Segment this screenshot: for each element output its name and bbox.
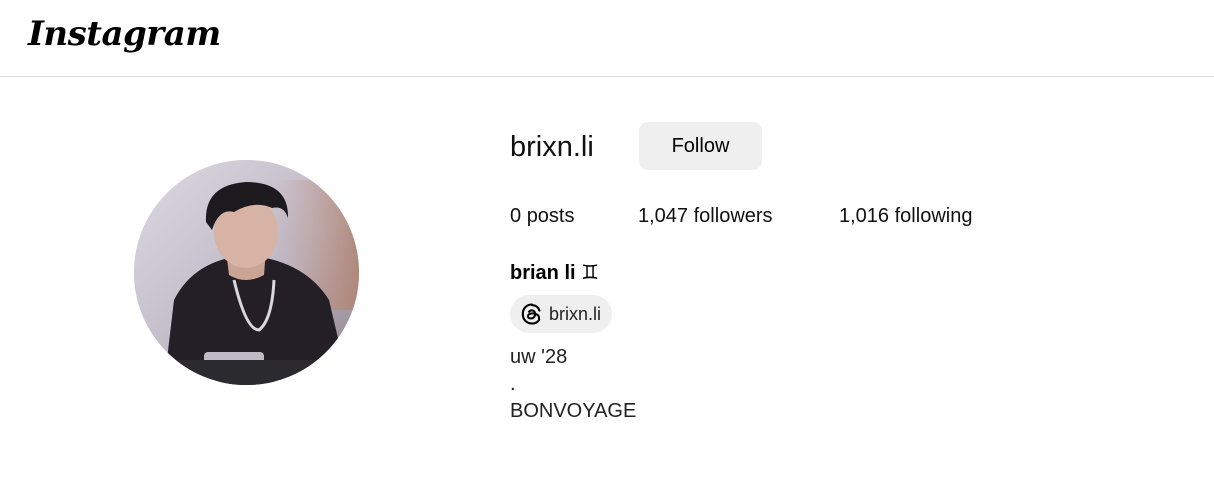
following-count: 1,016 bbox=[839, 205, 890, 227]
bio-line: BONVOYAGE bbox=[510, 400, 637, 422]
followers-count: 1,047 bbox=[638, 205, 689, 227]
profile-username: brixn.li bbox=[510, 131, 594, 163]
threads-handle: brixn.li bbox=[549, 303, 602, 324]
posts-stat: 0 posts bbox=[510, 203, 575, 229]
top-navigation-bar: Instagram bbox=[0, 0, 1214, 77]
profile-full-name: brian li ♊︎ bbox=[510, 262, 600, 284]
following-stat[interactable]: 1,016 following bbox=[839, 203, 972, 229]
profile-avatar[interactable] bbox=[134, 160, 359, 385]
avatar-photo bbox=[134, 160, 359, 385]
bio-line: . bbox=[510, 373, 516, 395]
bio-line: uw '28 bbox=[510, 346, 568, 368]
followers-label: followers bbox=[693, 205, 773, 227]
following-label: following bbox=[894, 205, 973, 227]
posts-label: posts bbox=[526, 205, 575, 227]
threads-link[interactable]: brixn.li bbox=[510, 295, 612, 333]
posts-count: 0 bbox=[510, 205, 522, 227]
instagram-logo[interactable]: Instagram bbox=[28, 10, 221, 58]
follow-button[interactable]: Follow bbox=[639, 122, 762, 170]
threads-icon bbox=[521, 303, 541, 325]
followers-stat[interactable]: 1,047 followers bbox=[638, 203, 773, 229]
